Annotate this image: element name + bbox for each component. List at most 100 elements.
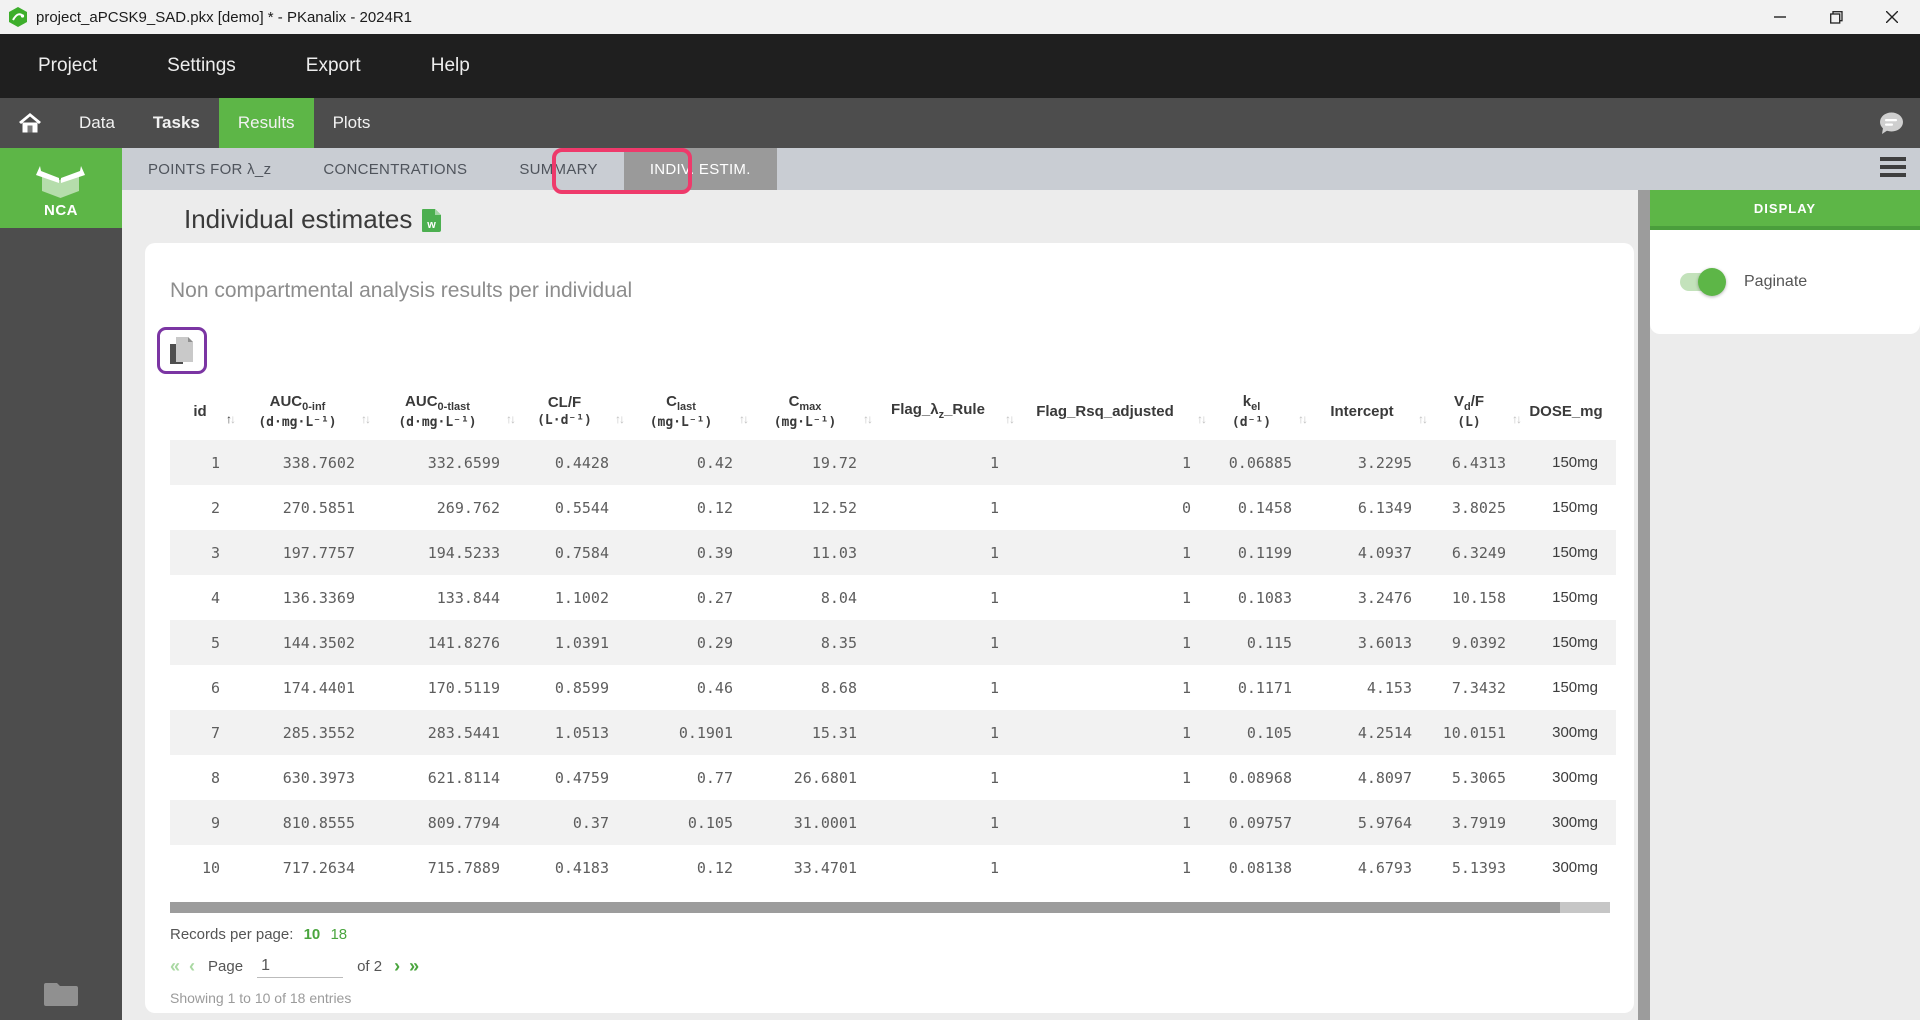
table-cell: 1 bbox=[989, 858, 999, 877]
column-header-cmax[interactable]: Cmax (mg·L⁻¹) ↑↓ bbox=[743, 382, 873, 440]
table-cell: 133.844 bbox=[436, 588, 500, 607]
records-option-10[interactable]: 10 bbox=[304, 926, 321, 943]
main-content: Individual estimates w Non compartmental… bbox=[122, 190, 1638, 1020]
subtab-summary[interactable]: SUMMARY bbox=[493, 148, 624, 190]
subtab-concentrations[interactable]: CONCENTRATIONS bbox=[297, 148, 493, 190]
column-header-id[interactable]: id ↑↓ bbox=[170, 382, 236, 440]
menu-bar: Project Settings Export Help bbox=[0, 34, 1920, 98]
minimize-icon bbox=[1774, 16, 1786, 18]
table-cell: 270.5851 bbox=[282, 498, 355, 517]
chat-bubble-icon bbox=[1880, 112, 1903, 134]
table-cell: 136.3369 bbox=[282, 588, 355, 607]
table-cell: 4.153 bbox=[1366, 678, 1412, 697]
home-button[interactable] bbox=[0, 98, 60, 148]
pkanalix-logo-icon bbox=[9, 7, 27, 27]
horizontal-scrollbar[interactable] bbox=[170, 902, 1610, 913]
column-header-intercept[interactable]: Intercept ↑↓ bbox=[1302, 382, 1428, 440]
table-cell: 4.0937 bbox=[1357, 543, 1412, 562]
open-box-icon bbox=[36, 166, 85, 198]
maximize-button[interactable] bbox=[1808, 0, 1864, 34]
menu-help[interactable]: Help bbox=[431, 55, 470, 77]
table-cell: 332.6599 bbox=[427, 453, 500, 472]
table-cell: 1 bbox=[1181, 858, 1191, 877]
table-cell: 5.9764 bbox=[1357, 813, 1412, 832]
menu-export[interactable]: Export bbox=[306, 55, 361, 77]
horizontal-scrollbar-thumb[interactable] bbox=[170, 902, 1560, 913]
table-cell: 0.105 bbox=[1246, 723, 1292, 742]
table-cell: 1 bbox=[210, 453, 220, 472]
vertical-scrollbar[interactable] bbox=[1638, 190, 1650, 1020]
close-icon bbox=[1886, 11, 1898, 23]
table-header-row: id ↑↓ AUC0-inf (d·mg·L⁻¹) ↑↓ AUC0-tlast (d·mg·… bbox=[170, 382, 1616, 440]
table-cell: 0.37 bbox=[572, 813, 609, 832]
window-title: project_aPCSK9_SAD.pkx [demo] * - PKanal… bbox=[36, 8, 413, 26]
column-header-cl-f[interactable]: CL/F (L·d⁻¹) ↑↓ bbox=[510, 382, 625, 440]
column-header-auc0-inf[interactable]: AUC0-inf (d·mg·L⁻¹) ↑↓ bbox=[230, 382, 371, 440]
sidebar-item-nca[interactable]: NCA bbox=[0, 148, 122, 228]
export-word-icon[interactable]: w bbox=[422, 209, 442, 232]
left-sidebar: NCA bbox=[0, 148, 122, 1020]
table-cell: 0.08968 bbox=[1228, 768, 1292, 787]
paginate-toggle[interactable] bbox=[1680, 268, 1726, 296]
prev-page-button[interactable]: ‹ bbox=[189, 956, 195, 977]
table-cell: 150mg bbox=[1552, 454, 1598, 471]
table-cell: 150mg bbox=[1552, 634, 1598, 651]
table-cell: 0.09757 bbox=[1228, 813, 1292, 832]
table-cell: 5 bbox=[210, 633, 220, 652]
table-cell: 0.1083 bbox=[1237, 588, 1292, 607]
tab-tasks[interactable]: Tasks bbox=[134, 98, 219, 148]
home-icon bbox=[19, 113, 41, 133]
table-cell: 1 bbox=[989, 678, 999, 697]
copy-table-button[interactable] bbox=[157, 327, 207, 374]
close-button[interactable] bbox=[1864, 0, 1920, 34]
table-cell: 0.1458 bbox=[1237, 498, 1292, 517]
menu-settings[interactable]: Settings bbox=[167, 55, 236, 77]
table-cell: 1 bbox=[1181, 543, 1191, 562]
menu-project[interactable]: Project bbox=[38, 55, 97, 77]
table-cell: 1 bbox=[1181, 633, 1191, 652]
showing-entries-text: Showing 1 to 10 of 18 entries bbox=[170, 990, 352, 1006]
subtab-indiv-estim[interactable]: INDIV. ESTIM. bbox=[623, 148, 777, 190]
table-cell: 15.31 bbox=[811, 723, 857, 742]
minimize-button[interactable] bbox=[1752, 0, 1808, 34]
table-cell: 3 bbox=[210, 543, 220, 562]
table-cell: 6.4313 bbox=[1451, 453, 1506, 472]
page-number-input[interactable] bbox=[257, 955, 344, 978]
hamburger-icon bbox=[1880, 157, 1906, 161]
table-cell: 300mg bbox=[1552, 859, 1598, 876]
table-cell: 12.52 bbox=[811, 498, 857, 517]
records-option-18[interactable]: 18 bbox=[330, 926, 347, 943]
feedback-button[interactable] bbox=[1879, 98, 1904, 148]
table-cell: 144.3502 bbox=[282, 633, 355, 652]
table-cell: 150mg bbox=[1552, 499, 1598, 516]
table-cell: 1 bbox=[989, 633, 999, 652]
subtab-points-for-lambda-z[interactable]: POINTS FOR λ_z bbox=[122, 148, 297, 190]
table-cell: 630.3973 bbox=[282, 768, 355, 787]
table-cell: 1 bbox=[989, 588, 999, 607]
tab-plots[interactable]: Plots bbox=[314, 98, 390, 148]
table-cell: 1 bbox=[1181, 813, 1191, 832]
panel-menu-button[interactable] bbox=[1880, 157, 1906, 181]
table-cell: 1.1002 bbox=[554, 588, 609, 607]
column-header-dose-mg: DOSE_mg bbox=[1529, 402, 1603, 420]
page-label: Page bbox=[208, 958, 244, 975]
tab-data[interactable]: Data bbox=[60, 98, 134, 148]
table-row: 3 197.7757 194.5233 0.7584 0.39 11.03 1 1 0.1199… bbox=[170, 530, 1616, 575]
column-header-flag-rsq-adjusted[interactable]: Flag_Rsq_adjusted ↑↓ bbox=[1009, 382, 1207, 440]
table-cell: 283.5441 bbox=[427, 723, 500, 742]
column-header-flag-z-rule[interactable]: Flag_λz_Rule ↑↓ bbox=[867, 382, 1015, 440]
table-cell: 0.4428 bbox=[554, 453, 609, 472]
column-header-auc0-tlast[interactable]: AUC0-tlast (d·mg·L⁻¹) ↑↓ bbox=[365, 382, 516, 440]
tab-results[interactable]: Results bbox=[218, 98, 314, 148]
last-page-button[interactable]: » bbox=[409, 956, 419, 977]
table-cell: 0.4759 bbox=[554, 768, 609, 787]
column-header-vd-f[interactable]: Vd/F (L) ↑↓ bbox=[1422, 382, 1522, 440]
table-row: 10 717.2634 715.7889 0.4183 0.12 33.4701 1 1 0.0… bbox=[170, 845, 1616, 890]
folder-button[interactable] bbox=[0, 979, 122, 1006]
next-page-button[interactable]: › bbox=[394, 956, 400, 977]
table-cell: 5.1393 bbox=[1451, 858, 1506, 877]
column-header-kel[interactable]: kel (d⁻¹) ↑↓ bbox=[1201, 382, 1308, 440]
table-cell: 0.77 bbox=[696, 768, 733, 787]
column-header-clast[interactable]: Clast (mg·L⁻¹) ↑↓ bbox=[619, 382, 749, 440]
first-page-button[interactable]: « bbox=[170, 956, 180, 977]
